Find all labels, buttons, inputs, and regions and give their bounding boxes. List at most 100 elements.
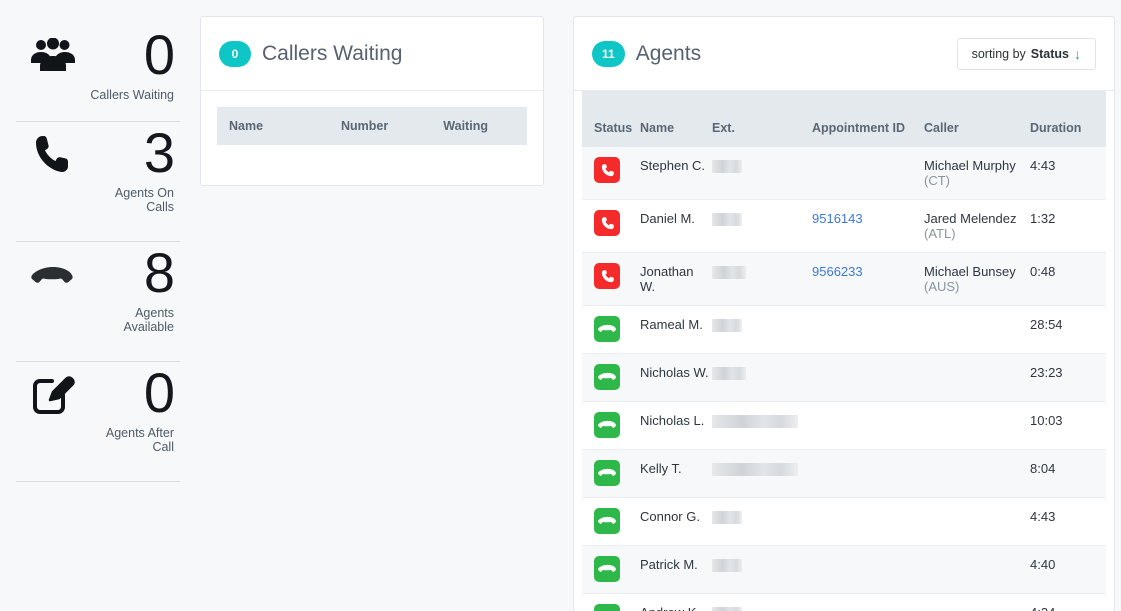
column-header-duration[interactable]: Duration bbox=[1030, 91, 1106, 147]
agent-name: Connor G. bbox=[640, 497, 712, 546]
agents-card: 11 Agents sorting by Status ↓ Status Nam… bbox=[573, 16, 1115, 611]
agent-name: Andrew K. bbox=[640, 593, 712, 611]
column-header-number[interactable]: Number bbox=[341, 107, 444, 145]
agent-name: Jonathan W. bbox=[640, 252, 712, 306]
metric-value: 0 bbox=[143, 23, 175, 86]
agent-name: Patrick M. bbox=[640, 545, 712, 594]
agents-table: Status Name Ext. Appointment ID Caller D… bbox=[582, 91, 1106, 611]
metric-callers-waiting: 0 Callers Waiting bbox=[16, 0, 180, 122]
status-available-icon bbox=[582, 305, 640, 354]
agent-extension-redacted bbox=[712, 545, 812, 594]
call-duration: 4:40 bbox=[1030, 545, 1106, 594]
call-duration: 0:48 bbox=[1030, 252, 1106, 306]
caller-name bbox=[924, 545, 1030, 594]
agent-name: Rameal M. bbox=[640, 305, 712, 354]
agents-scroll-area[interactable]: Status Name Ext. Appointment ID Caller D… bbox=[582, 91, 1106, 611]
agent-extension-redacted bbox=[712, 401, 812, 450]
call-duration: 23:23 bbox=[1030, 353, 1106, 402]
table-row[interactable]: Connor G. 4:43 bbox=[582, 497, 1106, 546]
metric-value: 3 bbox=[143, 121, 175, 184]
metric-value: 0 bbox=[143, 361, 175, 424]
caller-name: Jared Melendez (ATL) bbox=[924, 199, 1030, 253]
appointment-id-link-anchor[interactable]: 9566233 bbox=[812, 264, 863, 279]
column-header-status[interactable]: Status bbox=[582, 91, 640, 147]
caller-name: Michael Murphy (CT) bbox=[924, 147, 1030, 200]
sort-prefix-label: sorting by bbox=[971, 46, 1026, 61]
agent-name: Daniel M. bbox=[640, 199, 712, 253]
agents-table-wrapper: Status Name Ext. Appointment ID Caller D… bbox=[574, 91, 1114, 611]
sort-field-label: Status bbox=[1030, 46, 1069, 61]
status-on-call-icon bbox=[582, 252, 640, 306]
status-available-icon bbox=[582, 593, 640, 611]
metric-label: Agents After Call bbox=[105, 426, 174, 454]
column-header-name[interactable]: Name bbox=[640, 91, 712, 147]
agent-extension-redacted bbox=[712, 252, 812, 306]
call-duration: 1:32 bbox=[1030, 199, 1106, 253]
call-duration: 8:04 bbox=[1030, 449, 1106, 498]
table-row[interactable]: Stephen C. Michael Murphy (CT) 4:43 bbox=[582, 147, 1106, 200]
metric-agents-on-calls: 3 Agents On Calls bbox=[16, 122, 180, 242]
column-header-waiting[interactable]: Waiting bbox=[443, 107, 527, 145]
table-header-row: Name Number Waiting bbox=[217, 107, 527, 145]
appointment-id-link[interactable]: 9566233 bbox=[812, 252, 924, 306]
table-row[interactable]: Nicholas L. 10:03 bbox=[582, 401, 1106, 450]
appointment-id-link[interactable]: 9516143 bbox=[812, 199, 924, 253]
appointment-id-link bbox=[812, 449, 924, 498]
column-header-ext[interactable]: Ext. bbox=[712, 91, 812, 147]
call-duration: 4:43 bbox=[1030, 497, 1106, 546]
metric-agents-after-call: 0 Agents After Call bbox=[16, 362, 180, 482]
edit-note-icon bbox=[16, 362, 90, 416]
status-available-icon bbox=[582, 545, 640, 594]
call-duration: 4:24 bbox=[1030, 593, 1106, 611]
table-row[interactable]: Nicholas W. 23:23 bbox=[582, 353, 1106, 402]
table-row[interactable]: Kelly T. 8:04 bbox=[582, 449, 1106, 498]
table-row[interactable]: Patrick M. 4:40 bbox=[582, 545, 1106, 594]
callers-waiting-card: 0 Callers Waiting Name Number Waiting bbox=[200, 16, 544, 186]
agent-name: Nicholas L. bbox=[640, 401, 712, 450]
cards-area: 0 Callers Waiting Name Number Waiting 11… bbox=[196, 0, 1121, 611]
group-people-icon bbox=[16, 24, 90, 72]
table-row[interactable]: Daniel M. 9516143 Jared Melendez (ATL) 1:32 bbox=[582, 199, 1106, 253]
sort-descending-arrow-icon: ↓ bbox=[1074, 45, 1081, 62]
sort-by-status-button[interactable]: sorting by Status ↓ bbox=[956, 37, 1096, 70]
agent-name: Kelly T. bbox=[640, 449, 712, 498]
appointment-id-link-anchor[interactable]: 9516143 bbox=[812, 211, 863, 226]
table-row[interactable]: Rameal M. 28:54 bbox=[582, 305, 1106, 354]
metrics-rail: 0 Callers Waiting 3 Agents On Calls 8 Ag… bbox=[0, 0, 196, 611]
appointment-id-link bbox=[812, 545, 924, 594]
call-duration: 10:03 bbox=[1030, 401, 1106, 450]
call-center-dashboard: 0 Callers Waiting 3 Agents On Calls 8 Ag… bbox=[0, 0, 1121, 611]
agents-header: 11 Agents sorting by Status ↓ bbox=[574, 17, 1114, 91]
status-available-icon bbox=[582, 401, 640, 450]
appointment-id-link bbox=[812, 305, 924, 354]
table-row[interactable]: Andrew K. 4:24 bbox=[582, 593, 1106, 611]
agents-rows: Stephen C. Michael Murphy (CT) 4:43 Daniel … bbox=[582, 147, 1106, 611]
agents-count-badge: 11 bbox=[592, 40, 625, 67]
appointment-id-link bbox=[812, 497, 924, 546]
table-header-row: Status Name Ext. Appointment ID Caller D… bbox=[582, 91, 1106, 147]
caller-name bbox=[924, 449, 1030, 498]
agent-name: Nicholas W. bbox=[640, 353, 712, 402]
caller-name bbox=[924, 497, 1030, 546]
status-available-icon bbox=[582, 449, 640, 498]
caller-name bbox=[924, 593, 1030, 611]
appointment-id-link bbox=[812, 147, 924, 200]
metric-label: Agents Available bbox=[123, 306, 174, 334]
metric-agents-available: 8 Agents Available bbox=[16, 242, 180, 362]
appointment-id-link bbox=[812, 593, 924, 611]
table-row[interactable]: Jonathan W. 9566233 Michael Bunsey (AUS) 0:… bbox=[582, 252, 1106, 306]
callers-waiting-header: 0 Callers Waiting bbox=[201, 17, 543, 91]
agent-name: Stephen C. bbox=[640, 147, 712, 200]
column-header-name[interactable]: Name bbox=[217, 107, 341, 145]
caller-name bbox=[924, 353, 1030, 402]
agent-extension-redacted bbox=[712, 353, 812, 402]
status-available-icon bbox=[582, 497, 640, 546]
status-available-icon bbox=[582, 353, 640, 402]
agent-extension-redacted bbox=[712, 305, 812, 354]
column-header-appointment-id[interactable]: Appointment ID bbox=[812, 91, 924, 147]
status-on-call-icon bbox=[582, 199, 640, 253]
call-duration: 4:43 bbox=[1030, 147, 1106, 200]
call-duration: 28:54 bbox=[1030, 305, 1106, 354]
column-header-caller[interactable]: Caller bbox=[924, 91, 1030, 147]
callers-waiting-table: Name Number Waiting bbox=[217, 107, 527, 145]
